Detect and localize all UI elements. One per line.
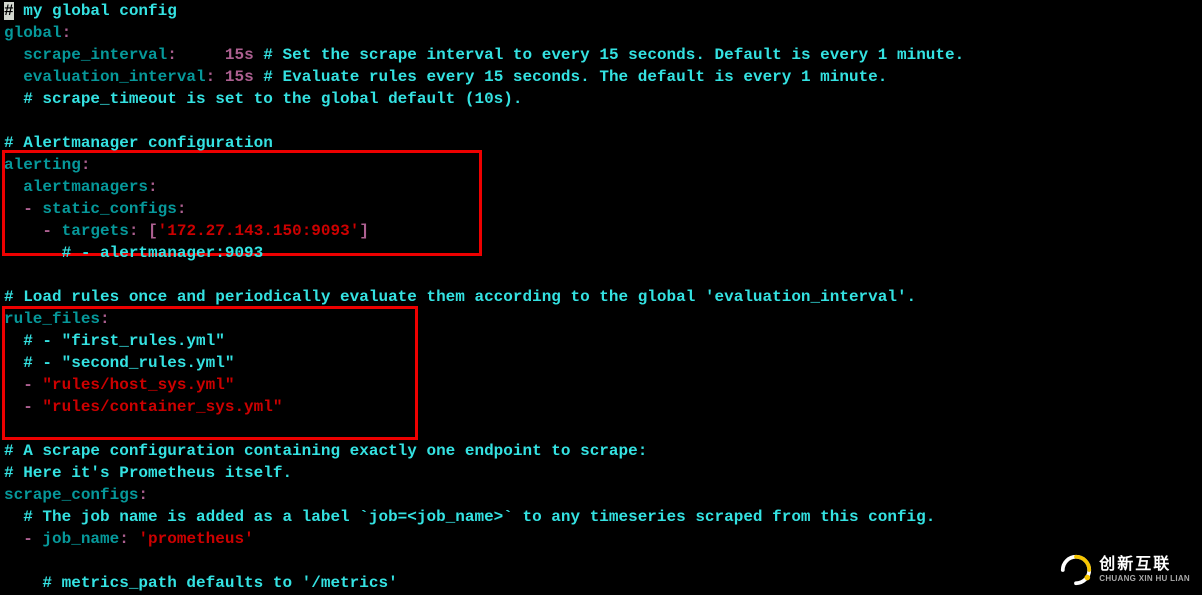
- comment: # A scrape configuration containing exac…: [4, 442, 647, 460]
- yaml-value: 15s: [225, 46, 254, 64]
- comment: # - "first_rules.yml": [23, 332, 225, 350]
- comment: # metrics_path defaults to '/metrics': [42, 574, 397, 592]
- yaml-key: scrape_interval: [23, 46, 167, 64]
- watermark-logo: 创新互联 CHUANG XIN HU LIAN: [1059, 553, 1190, 587]
- code-block: # my global config global: scrape_interv…: [0, 0, 1202, 594]
- yaml-key: scrape_configs: [4, 486, 138, 504]
- yaml-string: 'prometheus': [138, 530, 253, 548]
- comment: # scrape_timeout is set to the global de…: [23, 90, 522, 108]
- comment: my global config: [14, 2, 177, 20]
- yaml-key: alerting: [4, 156, 81, 174]
- yaml-key: global: [4, 24, 62, 42]
- comment: # Alertmanager configuration: [4, 134, 273, 152]
- comment: # - alertmanager:9093: [62, 244, 264, 262]
- comment: # Load rules once and periodically evalu…: [4, 288, 916, 306]
- logo-text-en: CHUANG XIN HU LIAN: [1099, 575, 1190, 583]
- logo-icon: [1059, 553, 1093, 587]
- yaml-key: static_configs: [42, 200, 176, 218]
- yaml-key: alertmanagers: [23, 178, 148, 196]
- comment: # The job name is added as a label `job=…: [23, 508, 935, 526]
- yaml-string: "rules/container_sys.yml": [42, 398, 282, 416]
- yaml-string: '172.27.143.150:9093': [158, 222, 360, 240]
- comment: # Evaluate rules every 15 seconds. The d…: [263, 68, 887, 86]
- comment: # Here it's Prometheus itself.: [4, 464, 292, 482]
- yaml-string: "rules/host_sys.yml": [42, 376, 234, 394]
- yaml-value: 15s: [225, 68, 254, 86]
- cursor: #: [4, 2, 14, 20]
- yaml-key: targets: [62, 222, 129, 240]
- yaml-key: rule_files: [4, 310, 100, 328]
- yaml-key: job_name: [42, 530, 119, 548]
- comment: # Set the scrape interval to every 15 se…: [263, 46, 964, 64]
- yaml-key: evaluation_interval: [23, 68, 205, 86]
- logo-text-zh: 创新互联: [1099, 557, 1190, 573]
- comment: # - "second_rules.yml": [23, 354, 234, 372]
